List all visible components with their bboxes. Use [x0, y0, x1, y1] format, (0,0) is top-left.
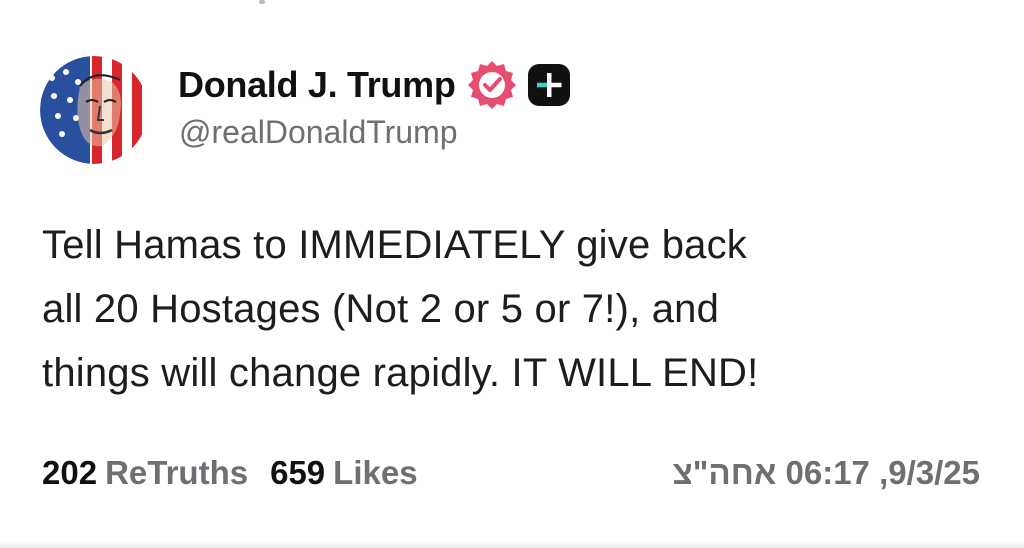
verified-badge-icon — [467, 61, 516, 109]
post-body-line: things will change rapidly. IT WILL END! — [42, 351, 759, 395]
author-name-row: Donald J. Trump — [178, 61, 572, 109]
retruths-count: 202 — [42, 454, 98, 491]
top-edge-mark — [259, 0, 265, 4]
author-display-name[interactable]: Donald J. Trump — [178, 64, 456, 106]
flag-portrait-avatar-icon — [40, 56, 148, 164]
post-timestamp[interactable]: 9/3/25, 06:17 אחה"צ — [673, 454, 980, 492]
retruths-stat[interactable]: 202 ReTruths — [42, 454, 248, 492]
avatar[interactable] — [40, 56, 148, 164]
likes-count: 659 — [270, 454, 326, 491]
likes-label: Likes — [333, 454, 418, 491]
post-stats: 202 ReTruths 659 Likes — [42, 454, 440, 492]
post-body-line: Tell Hamas to IMMEDIATELY give back — [42, 223, 748, 267]
retruths-label: ReTruths — [105, 454, 249, 491]
bottom-divider — [0, 540, 1024, 548]
author-handle[interactable]: @realDonaldTrump — [179, 114, 458, 151]
post-body-text: Tell Hamas to IMMEDIATELY give back all … — [42, 213, 992, 405]
truth-post: Donald J. Trump @realDonaldTrump Tell Ha… — [0, 0, 1024, 548]
plus-icon — [527, 64, 570, 106]
post-body-line: all 20 Hostages (Not 2 or 5 or 7!), and — [42, 287, 720, 331]
likes-stat[interactable]: 659 Likes — [270, 454, 417, 492]
